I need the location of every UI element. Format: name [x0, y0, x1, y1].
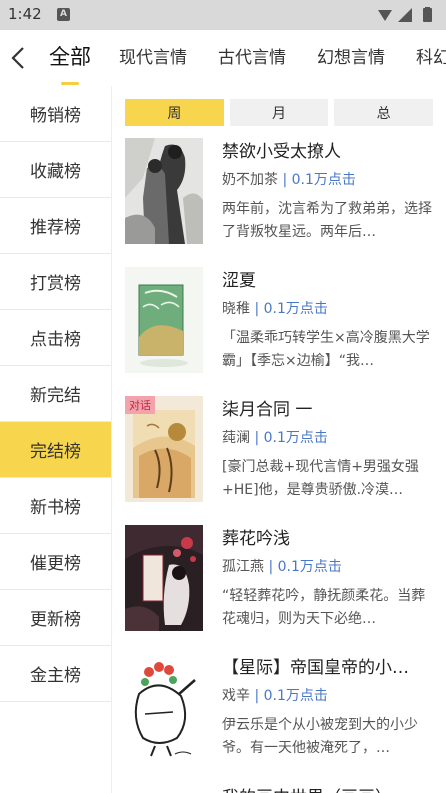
- back-arrow-icon[interactable]: [6, 44, 32, 72]
- book-item[interactable]: 葬花吟浅 孤江燕 | 0.1万点击 “轻轻葬花吟，静抚颜柔花。当葬花魂归，则为天…: [112, 517, 446, 646]
- status-time: 1:42: [8, 5, 42, 23]
- wifi-icon: [378, 10, 392, 21]
- book-meta: 莼澜 | 0.1万点击: [222, 427, 328, 447]
- notification-icon: A: [57, 8, 70, 21]
- book-meta: 晓稚 | 0.1万点击: [222, 298, 328, 318]
- book-author: 莼澜: [222, 430, 250, 446]
- book-item[interactable]: 对话 柒月合同 一 莼澜 | 0.1万点击 [豪门总裁+现代言情+男强女强+HE…: [112, 388, 446, 517]
- period-total-button[interactable]: 总: [334, 99, 434, 126]
- sidebar-item-favorites[interactable]: 收藏榜: [0, 142, 111, 198]
- status-icons: [378, 7, 432, 22]
- meta-separator: |: [254, 688, 260, 704]
- tab-modern-romance[interactable]: 现代言情: [119, 43, 187, 68]
- book-description: 伊云乐是个从小被宠到大的小少爷。有一天他被淹死了，…: [222, 717, 418, 756]
- book-cover-art: [125, 267, 203, 373]
- meta-separator: |: [268, 559, 274, 575]
- book-meta: 奶不加茶 | 0.1万点击: [222, 169, 356, 189]
- book-click-count: 0.1万点击: [277, 559, 342, 575]
- book-cover-art: [125, 525, 203, 631]
- sidebar-item-clicks[interactable]: 点击榜: [0, 310, 111, 366]
- book-description: 两年前，沈言希为了救弟弟，选择了背叛牧星远。两年后…: [222, 201, 432, 240]
- book-description: “轻轻葬花吟，静抚颜柔花。当葬花魂归，则为天下必绝…: [222, 588, 426, 627]
- sidebar-item-tips[interactable]: 打赏榜: [0, 254, 111, 310]
- book-title[interactable]: 【星际】帝国皇帝的小…: [222, 653, 434, 678]
- sidebar-item-urge-update[interactable]: 催更榜: [0, 534, 111, 590]
- period-month-button[interactable]: 月: [229, 99, 329, 126]
- book-author: 晓稚: [222, 301, 250, 317]
- book-item[interactable]: 我的画中世界（画画）: [112, 775, 446, 793]
- tab-scifi[interactable]: 科幻: [416, 43, 446, 68]
- book-meta: 戏辛 | 0.1万点击: [222, 685, 328, 705]
- book-description: 「温柔乖巧转学生×高冷腹黑大学霸」【季忘×边榆】“我…: [222, 330, 430, 369]
- sidebar-item-recommended[interactable]: 推荐榜: [0, 198, 111, 254]
- book-cover-art: [125, 654, 203, 760]
- tab-all[interactable]: 全部: [49, 41, 91, 71]
- book-author: 孤江燕: [222, 559, 264, 575]
- book-title[interactable]: 柒月合同 一: [222, 395, 434, 420]
- tab-ancient-romance[interactable]: 古代言情: [218, 43, 286, 68]
- book-item[interactable]: 涩夏 晓稚 | 0.1万点击 「温柔乖巧转学生×高冷腹黑大学霸」【季忘×边榆】“…: [112, 259, 446, 388]
- book-title[interactable]: 葬花吟浅: [222, 524, 434, 549]
- book-cover[interactable]: [125, 267, 203, 373]
- book-description: [豪门总裁+现代言情+男强女强+HE]他，是尊贵骄傲.冷漠…: [222, 459, 419, 498]
- period-week-button[interactable]: 周: [125, 99, 224, 126]
- sidebar-item-new-books[interactable]: 新书榜: [0, 478, 111, 534]
- book-author: 奶不加茶: [222, 172, 278, 188]
- book-item[interactable]: 禁欲小受太撩人 奶不加茶 | 0.1万点击 两年前，沈言希为了救弟弟，选择了背叛…: [112, 130, 446, 259]
- ranking-sidebar: 畅销榜 收藏榜 推荐榜 打赏榜 点击榜 新完结 完结榜 新书榜 催更榜 更新榜 …: [0, 86, 112, 793]
- book-cover[interactable]: [125, 525, 203, 631]
- sidebar-item-updated[interactable]: 更新榜: [0, 590, 111, 646]
- signal-icon: [398, 8, 412, 22]
- book-tag: 对话: [125, 396, 155, 414]
- sidebar-item-sponsors[interactable]: 金主榜: [0, 646, 111, 702]
- sidebar-item-new-finished[interactable]: 新完结: [0, 366, 111, 422]
- sidebar-item-bestseller[interactable]: 畅销榜: [0, 86, 111, 142]
- meta-separator: |: [254, 301, 260, 317]
- book-title[interactable]: 涩夏: [222, 266, 434, 291]
- meta-separator: |: [254, 430, 260, 446]
- period-selector: 周 月 总: [125, 99, 434, 126]
- book-title[interactable]: 我的画中世界（画画）: [222, 783, 434, 793]
- book-author: 戏辛: [222, 688, 250, 704]
- book-title[interactable]: 禁欲小受太撩人: [222, 137, 434, 162]
- book-click-count: 0.1万点击: [263, 688, 328, 704]
- book-cover[interactable]: [125, 654, 203, 760]
- book-click-count: 0.1万点击: [291, 172, 356, 188]
- book-meta: 孤江燕 | 0.1万点击: [222, 556, 342, 576]
- book-item[interactable]: 【星际】帝国皇帝的小… 戏辛 | 0.1万点击 伊云乐是个从小被宠到大的小少爷。…: [112, 646, 446, 775]
- book-cover[interactable]: [125, 138, 203, 244]
- book-cover[interactable]: 对话: [125, 396, 203, 502]
- meta-separator: |: [282, 172, 288, 188]
- tab-fantasy-romance[interactable]: 幻想言情: [317, 43, 385, 68]
- book-click-count: 0.1万点击: [263, 301, 328, 317]
- book-cover-art: [125, 138, 203, 244]
- battery-icon: [423, 8, 432, 22]
- active-tab-indicator: [61, 82, 79, 85]
- book-click-count: 0.1万点击: [263, 430, 328, 446]
- sidebar-item-finished[interactable]: 完结榜: [0, 422, 111, 478]
- category-tabbar: 全部 现代言情 古代言情 幻想言情 科幻: [0, 30, 446, 86]
- status-bar: 1:42 A: [0, 0, 446, 30]
